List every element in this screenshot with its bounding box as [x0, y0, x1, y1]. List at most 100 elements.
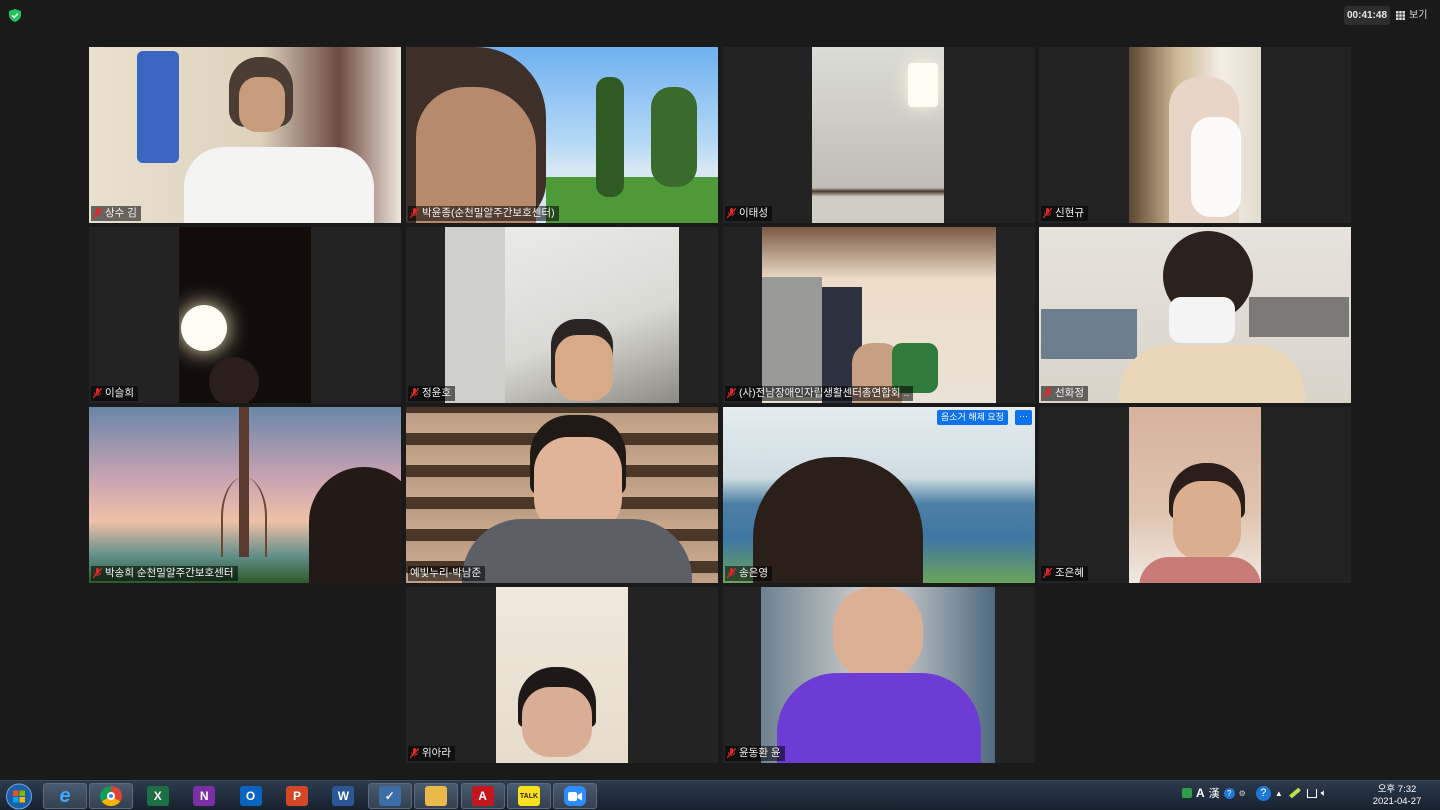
- video-tile[interactable]: 선화정: [1039, 227, 1351, 403]
- muted-mic-icon: [410, 388, 419, 399]
- participant-nameplate: 이슬희: [91, 386, 138, 401]
- participant-nameplate: 송은영: [725, 566, 772, 581]
- participant-name: 이슬희: [105, 387, 134, 399]
- taskbar-app-button[interactable]: e: [43, 783, 87, 809]
- muted-mic-icon: [410, 208, 419, 219]
- participant-nameplate: 이태성: [725, 206, 772, 221]
- participant-name: 신현규: [1055, 207, 1084, 219]
- video-tile[interactable]: 위아라: [406, 587, 718, 763]
- video-tile[interactable]: 이태성: [723, 47, 1035, 223]
- meeting-timer: 00:41:48: [1344, 6, 1390, 25]
- unmute-request-button[interactable]: 음소거 해제 요청: [937, 410, 1008, 425]
- participant-nameplate: 정윤호: [408, 386, 455, 401]
- muted-mic-icon: [93, 568, 102, 579]
- participant-name: 조은혜: [1055, 567, 1084, 579]
- muted-mic-icon: [727, 748, 736, 759]
- participant-name: 위아라: [422, 747, 451, 759]
- participant-nameplate: 윤동환 윤: [725, 746, 785, 761]
- language-indicator-icon[interactable]: [1182, 788, 1192, 798]
- video-tile[interactable]: 정윤호: [406, 227, 718, 403]
- taskbar-clock[interactable]: 오후 7:32 2021-04-27: [1366, 784, 1428, 808]
- taskbar-app-button[interactable]: N: [182, 783, 226, 809]
- system-tray: A 漢 ? ⚙ ? ▲ 🔈︎: [1182, 785, 1327, 801]
- video-tile[interactable]: 박송희 순천밀알주간보호센터: [89, 407, 401, 583]
- participant-nameplate: 박윤종(순천밀알주간보호센터): [408, 206, 559, 221]
- participant-nameplate: 예빛누리-박남준: [408, 566, 486, 581]
- participant-nameplate: 선화정: [1041, 386, 1088, 401]
- pen-icon[interactable]: [1288, 787, 1301, 799]
- muted-mic-icon: [93, 208, 102, 219]
- ime-settings-icon[interactable]: ⚙: [1239, 789, 1246, 798]
- clock-date: 2021-04-27: [1372, 796, 1422, 807]
- video-feed: [89, 47, 401, 223]
- muted-mic-icon: [410, 748, 419, 759]
- video-tile[interactable]: 신현규: [1039, 47, 1351, 223]
- video-tile[interactable]: 음소거 해제 요청 ··· 송은영: [723, 407, 1035, 583]
- network-icon[interactable]: [1306, 788, 1317, 798]
- help-icon[interactable]: ?: [1255, 785, 1271, 801]
- word-icon: W: [332, 786, 355, 806]
- chrome-icon: [100, 786, 123, 806]
- muted-mic-icon: [727, 208, 736, 219]
- muted-mic-icon: [1043, 388, 1052, 399]
- view-toggle-button[interactable]: 보기: [1396, 6, 1427, 25]
- video-tile[interactable]: 조은혜: [1039, 407, 1351, 583]
- muted-mic-icon: [1043, 568, 1052, 579]
- more-options-button[interactable]: ···: [1015, 410, 1032, 425]
- video-tile-active-speaker[interactable]: 예빛누리-박남준: [406, 407, 718, 583]
- video-feed: [89, 407, 401, 583]
- taskbar-app-button[interactable]: A: [460, 783, 505, 809]
- outlook-icon: O: [239, 786, 262, 806]
- video-feed: [1039, 227, 1351, 403]
- clock-time: 오후 7:32: [1377, 784, 1417, 795]
- video-feed: [761, 587, 995, 763]
- taskbar-app-button[interactable]: O: [229, 783, 273, 809]
- taskbar-app-button[interactable]: [414, 783, 459, 809]
- video-tile[interactable]: 박윤종(순천밀알주간보호센터): [406, 47, 718, 223]
- participant-name: 송은영: [739, 567, 768, 579]
- taskbar-app-button[interactable]: [553, 783, 598, 809]
- video-tile[interactable]: 윤동환 윤: [723, 587, 1035, 763]
- kakaotalk-icon: TALK: [518, 786, 540, 806]
- participant-name: 정윤호: [422, 387, 451, 399]
- video-feed: [1129, 407, 1261, 583]
- taskbar-app-button[interactable]: P: [275, 783, 319, 809]
- participant-nameplate: 박송희 순천밀알주간보호센터: [91, 566, 238, 581]
- participant-name: 선화정: [1055, 387, 1084, 399]
- video-feed: [812, 47, 944, 223]
- ime-mode-label[interactable]: A: [1196, 786, 1205, 800]
- video-tile[interactable]: 이슬희: [89, 227, 401, 403]
- windows-taskbar: e X N O P W ✓ A TALK A 漢 ? ⚙ ? ▲ 🔈︎ 오후 7:32 2021…: [0, 780, 1440, 810]
- acrobat-icon: A: [471, 786, 494, 806]
- show-hidden-icons-icon[interactable]: ▲: [1275, 789, 1283, 798]
- taskbar-app-button[interactable]: X: [136, 783, 180, 809]
- muted-mic-icon: [727, 388, 736, 399]
- participant-name: 이태성: [739, 207, 768, 219]
- taskbar-app-button[interactable]: [89, 783, 134, 809]
- participant-name: 예빛누리-박남준: [410, 567, 482, 579]
- participant-nameplate: 위아라: [408, 746, 455, 761]
- volume-icon[interactable]: 🔈︎: [1321, 788, 1327, 799]
- video-feed: [179, 227, 311, 403]
- video-feed: [723, 407, 1035, 583]
- excel-icon: X: [146, 786, 169, 806]
- participant-name: (사)전남장애인자립생활센터총연합회 ..: [739, 387, 910, 399]
- hanja-mode-label[interactable]: 漢: [1209, 785, 1220, 801]
- participant-name: 박윤종(순천밀알주간보호센터): [422, 207, 555, 219]
- video-feed: [406, 407, 718, 583]
- taskbar-app-button[interactable]: ✓: [367, 783, 412, 809]
- participant-nameplate: (사)전남장애인자립생활센터총연합회 ..: [725, 386, 914, 401]
- participant-nameplate: 상수 김: [91, 206, 141, 221]
- help-small-icon[interactable]: ?: [1223, 787, 1235, 799]
- video-tile[interactable]: 상수 김: [89, 47, 401, 223]
- security-shield-icon[interactable]: [9, 9, 21, 22]
- participant-nameplate: 조은혜: [1041, 566, 1088, 581]
- participant-name: 박송희 순천밀알주간보호센터: [105, 567, 234, 579]
- taskbar-app-button[interactable]: TALK: [507, 783, 551, 809]
- meeting-topbar: 00:41:48 보기: [0, 0, 1440, 30]
- participant-nameplate: 신현규: [1041, 206, 1088, 221]
- video-tile[interactable]: (사)전남장애인자립생활센터총연합회 ..: [723, 227, 1035, 403]
- start-button-icon[interactable]: [4, 783, 34, 810]
- taskbar-app-button[interactable]: W: [321, 783, 365, 809]
- video-feed: [762, 227, 996, 403]
